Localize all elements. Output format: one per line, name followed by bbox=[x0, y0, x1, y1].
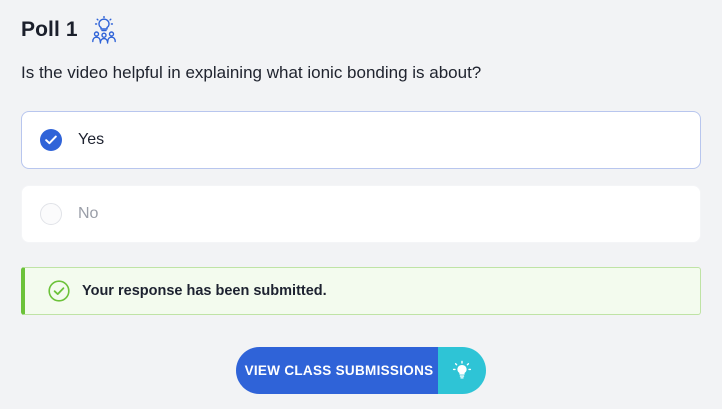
status-message: Your response has been submitted. bbox=[82, 283, 327, 299]
option-yes[interactable]: Yes bbox=[21, 111, 701, 169]
option-label: No bbox=[78, 205, 99, 222]
radio-empty-icon[interactable] bbox=[40, 203, 62, 225]
poll-title: Poll 1 bbox=[21, 18, 78, 41]
radio-checked-icon[interactable] bbox=[40, 129, 62, 151]
check-circle-icon bbox=[48, 280, 70, 302]
poll-header: Poll 1 bbox=[21, 14, 118, 46]
option-no[interactable]: No bbox=[21, 185, 701, 243]
view-class-submissions-button[interactable]: VIEW CLASS SUBMISSIONS bbox=[236, 347, 486, 394]
lightbulb-icon bbox=[438, 347, 486, 394]
submission-status-banner: Your response has been submitted. bbox=[21, 267, 701, 315]
view-class-submissions-label: VIEW CLASS SUBMISSIONS bbox=[236, 347, 438, 394]
option-label: Yes bbox=[78, 131, 105, 148]
poll-question: Is the video helpful in explaining what … bbox=[21, 63, 482, 82]
group-idea-icon bbox=[90, 15, 118, 44]
